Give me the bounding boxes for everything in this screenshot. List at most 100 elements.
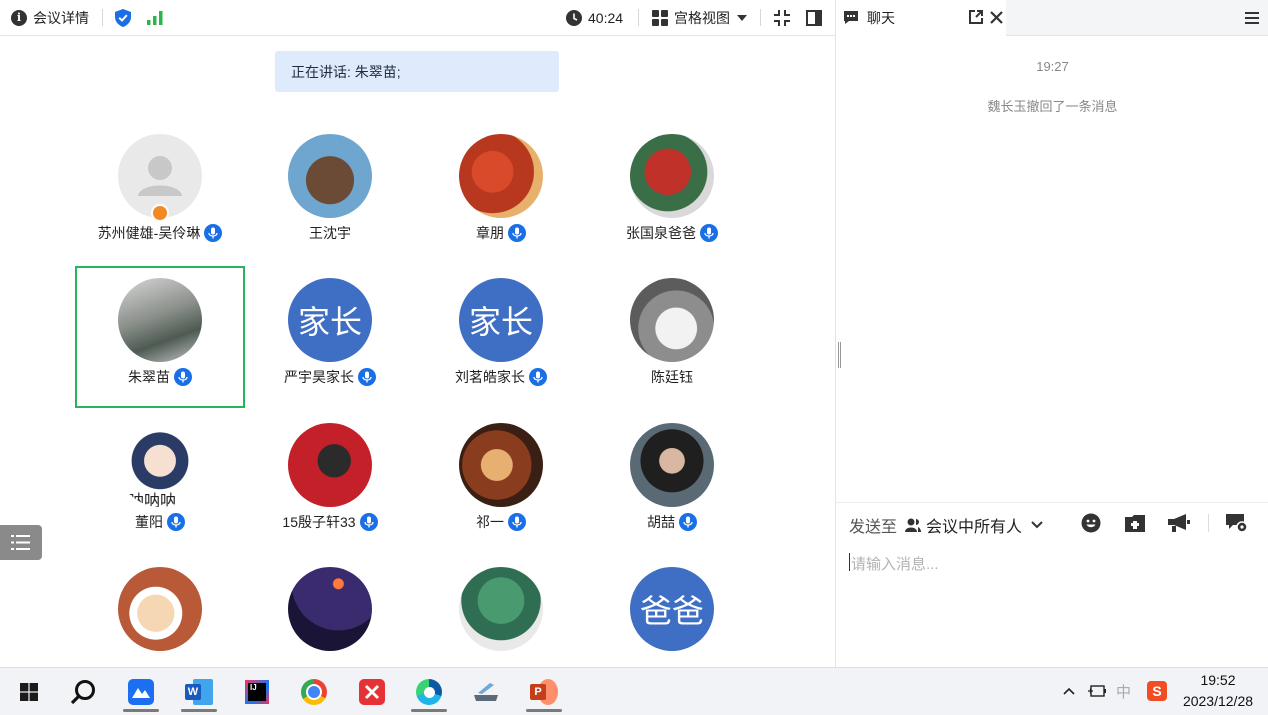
participant-tile[interactable]: 家长 严宇昊家长	[245, 275, 415, 417]
participant-tile-active[interactable]: 朱翠苗	[75, 275, 245, 417]
participant-tile[interactable]: 张国泉爸爸	[587, 131, 757, 273]
participant-tile[interactable]: 苏州健雄-吴伶琳	[75, 131, 245, 273]
mic-on-icon	[359, 513, 378, 531]
announcement-icon[interactable]	[1168, 514, 1190, 532]
clock-time[interactable]: 19:52	[1178, 672, 1258, 688]
avatar: 呐呐呐	[118, 423, 202, 507]
ime-indicator[interactable]: 中	[1116, 681, 1131, 702]
avatar-text: 爸爸	[639, 593, 704, 629]
view-mode-dropdown[interactable]: 宫格视图	[652, 0, 747, 35]
info-icon: i	[11, 9, 27, 26]
participant-tile[interactable]: 爸爸	[587, 564, 757, 666]
avatar	[118, 567, 202, 651]
taskbar-app-edge[interactable]	[405, 672, 453, 712]
search-button[interactable]	[59, 672, 107, 712]
participant-name-row: 胡喆	[587, 512, 757, 532]
participant-name: 15殷子轩33	[282, 514, 356, 530]
chevron-down-icon	[1031, 521, 1043, 529]
close-icon[interactable]	[990, 11, 1003, 24]
mic-on-icon	[167, 513, 185, 531]
search-icon	[70, 680, 95, 705]
active-speaker-text: 正在讲话: 朱翠苗;	[291, 63, 401, 80]
participant-tile[interactable]: 呐呐呐 董阳	[75, 420, 245, 562]
clock-icon	[566, 9, 582, 26]
chat-panel: 聊天 19:27 魏长玉撤回了一条消息 发送至 会议中所有人 请输入消息...	[835, 0, 1268, 667]
mic-speaking-icon	[174, 368, 192, 386]
taskbar-app-scanner[interactable]	[462, 672, 510, 712]
message-input[interactable]: 请输入消息...	[836, 540, 1268, 666]
mic-on-icon	[204, 224, 223, 242]
security-status[interactable]	[115, 0, 131, 35]
emoji-icon[interactable]	[1081, 513, 1101, 533]
mic-on-icon	[508, 224, 526, 242]
meeting-info-button[interactable]: i 会议详情	[11, 0, 89, 35]
file-folder-icon[interactable]	[1125, 514, 1145, 532]
grid-view-icon	[652, 9, 668, 26]
mic-on-icon	[529, 368, 547, 386]
collapse-icon	[774, 9, 790, 26]
mic-on-icon	[358, 368, 376, 386]
participant-tile[interactable]: 章朋	[416, 131, 586, 273]
taskbar-app-powerpoint[interactable]: P	[520, 672, 568, 712]
panel-resize-handle[interactable]	[838, 342, 841, 368]
recipient-dropdown[interactable]: 会议中所有人	[905, 513, 1043, 537]
participant-name-row: 朱翠苗	[75, 367, 245, 387]
chat-bubble-icon	[844, 11, 858, 24]
clock-date[interactable]: 2023/12/28	[1178, 693, 1258, 709]
taskbar-app-chrome[interactable]	[290, 672, 338, 712]
start-button[interactable]	[5, 672, 53, 712]
mic-on-icon	[700, 224, 718, 242]
recipient-label: 会议中所有人	[926, 519, 1023, 536]
xmind-icon	[359, 679, 385, 705]
participant-tile[interactable]: 15殷子轩33	[245, 420, 415, 562]
toggle-sidebar-button[interactable]	[806, 0, 822, 35]
list-icon	[11, 535, 30, 550]
timer-text: 40:24	[588, 9, 624, 26]
taskbar-app-intellij[interactable]: IJ	[233, 672, 281, 712]
active-app-indicator	[526, 709, 562, 712]
participant-tile[interactable]: 陈廷钰	[587, 275, 757, 417]
participant-name-row: 祁一	[416, 512, 586, 532]
chat-tab[interactable]: 聊天	[836, 0, 1006, 35]
participant-name: 章朋	[476, 225, 504, 241]
sogou-ime-icon[interactable]: S	[1147, 681, 1167, 701]
participant-tile[interactable]	[245, 564, 415, 666]
participant-tile[interactable]: 胡喆	[587, 420, 757, 562]
chat-settings-icon[interactable]	[1226, 513, 1248, 533]
participant-tile[interactable]: 家长 刘茗皓家长	[416, 275, 586, 417]
avatar	[288, 567, 372, 651]
shield-check-icon	[115, 8, 131, 27]
taskbar-app-xmind[interactable]	[348, 672, 396, 712]
message-timestamp: 19:27	[1036, 59, 1069, 74]
participant-name-row: 章朋	[416, 223, 586, 243]
taskbar-app-word[interactable]: W	[175, 672, 223, 712]
network-signal[interactable]	[147, 0, 163, 35]
participant-name-row: 苏州健雄-吴伶琳	[75, 223, 245, 243]
taskbar-app-meeting[interactable]	[117, 672, 165, 712]
people-icon	[905, 518, 922, 532]
meeting-toolbar: i 会议详情 40:24 宫格视图	[0, 0, 835, 36]
participant-tile[interactable]	[75, 564, 245, 666]
participant-list-toggle[interactable]	[0, 525, 42, 560]
participant-tile[interactable]: 王沈宇	[245, 131, 415, 273]
menu-icon[interactable]	[1245, 12, 1259, 24]
participant-name: 严宇昊家长	[284, 369, 354, 385]
participant-tile[interactable]	[416, 564, 586, 666]
divider	[836, 502, 1268, 503]
chevron-up-icon[interactable]	[1063, 687, 1075, 695]
participant-name-row: 王沈宇	[245, 223, 415, 243]
participant-tile[interactable]: 祁一	[416, 420, 586, 562]
participant-name: 苏州健雄-吴伶琳	[97, 225, 201, 241]
scanner-icon	[474, 683, 498, 701]
message-placeholder: 请输入消息...	[851, 556, 939, 573]
avatar	[288, 423, 372, 507]
avatar	[630, 423, 714, 507]
text-avatar: 家长	[288, 278, 372, 362]
active-app-indicator	[411, 709, 447, 712]
exit-fullscreen-button[interactable]	[773, 0, 791, 35]
sidebar-layout-icon	[806, 9, 822, 26]
participant-name: 董阳	[135, 514, 163, 530]
battery-icon[interactable]	[1088, 684, 1106, 698]
chat-header: 聊天	[836, 0, 1268, 36]
pop-out-icon[interactable]	[969, 10, 983, 24]
